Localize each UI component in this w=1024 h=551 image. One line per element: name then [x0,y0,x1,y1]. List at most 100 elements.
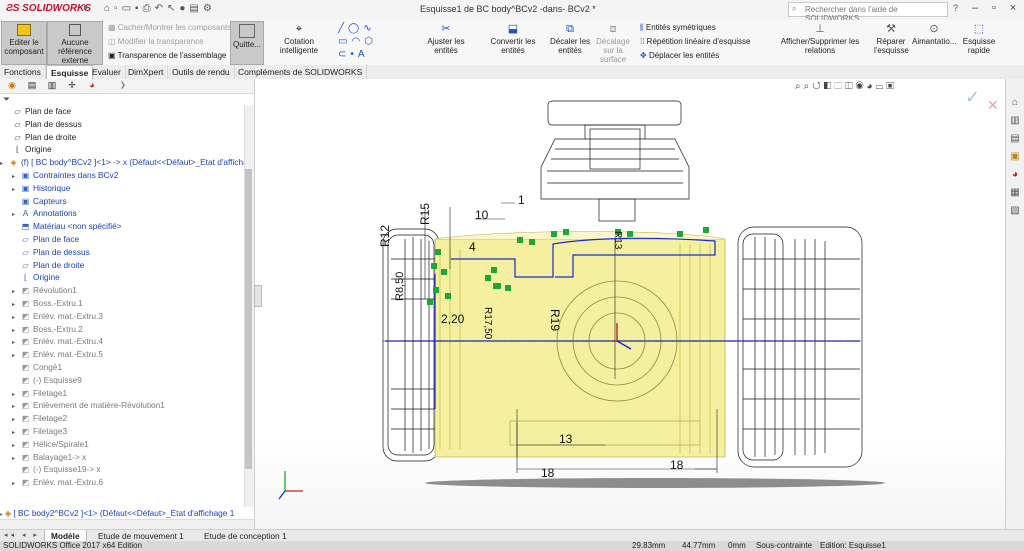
tree-item-feature-8[interactable]: ▸ ◩ Filetage1 [12,387,67,400]
trim-entities-button[interactable]: ✂ Ajuster les entités [416,21,476,63]
file-explorer-icon[interactable]: ▤ [1008,133,1022,147]
dim-r12[interactable]: R12 [378,225,392,247]
tree-item-feature-13[interactable]: ▸ ◩ Balayage1-> x [12,451,86,464]
tree-item-child-0[interactable]: ▸ ▣ Contraintes dans BCv2 [12,169,118,182]
panel-splitter-handle[interactable] [254,285,262,307]
panel-expand-icon[interactable]: ❯ [120,81,126,89]
tree-item-feature-5[interactable]: ▸ ◩ Enlév. mat.-Extru.5 [12,348,103,361]
filter-icon[interactable]: ⏷ [3,94,10,105]
custom-properties-icon[interactable]: ▦ [1008,187,1022,201]
tab-dimxpert[interactable]: DimXpert [124,65,169,79]
tab-esquisse[interactable]: Esquisse [46,65,94,80]
display-manager-tab-icon[interactable]: ◕ [84,80,100,92]
feature-manager-tab-icon[interactable]: ◉ [4,80,20,92]
minimize-button[interactable]: – [966,2,984,18]
close-button[interactable]: × [1004,2,1022,18]
dim-4[interactable]: 4 [469,240,476,254]
expand-arrow-icon[interactable]: ▸ [12,478,20,491]
text-icon[interactable]: A [358,49,369,60]
tree-item-feature-7[interactable]: ◩ (-) Esquisse9 [12,374,82,387]
tree-item-child-4[interactable]: ⬒ Matériau <non spécifié> [12,220,122,233]
tree-item-child-8[interactable]: ⌊ Origine [12,271,60,284]
rapid-sketch-button[interactable]: ⬚ Esquisse rapide [958,21,1000,63]
dim-10[interactable]: 10 [475,208,489,222]
tree-item-top-1[interactable]: ▱ Plan de dessus [4,118,81,131]
tree-item-feature-15[interactable]: ▸ ◩ Enlév. mat.-Extru.6 [12,476,103,489]
quick-snaps-button[interactable]: ⊙ Aimantatio... [912,21,956,63]
dim-r8-50[interactable]: R8,50 [394,272,406,301]
slot-icon[interactable]: ⊂ [338,49,350,60]
tree-item-top-3[interactable]: ⌊ Origine [4,143,52,156]
tree-item-child-7[interactable]: ▱ Plan de droite [12,259,84,272]
maximize-button[interactable]: ▫ [985,2,1003,18]
help-icon[interactable]: ? [953,3,958,13]
design-library-icon[interactable]: ▥ [1008,115,1022,129]
tree-item-feature-12[interactable]: ▸ ◩ Hélice/Spirale1 [12,438,89,451]
rectangle-icon[interactable]: ▭ [338,36,351,47]
hide-show-components-button[interactable]: ▦ Cacher/Montrer les composants [108,23,231,32]
tree-item-feature-2[interactable]: ▸ ◩ Enlév. mat.-Extru.3 [12,310,103,323]
repair-sketch-button[interactable]: ⚒ Réparer l'esquisse [874,21,909,63]
tab-evaluer[interactable]: Evaluer [88,65,126,79]
display-delete-relations-button[interactable]: ⊥ Afficher/Supprimer les relations [768,21,872,63]
property-manager-tab-icon[interactable]: ▤ [24,80,40,92]
dim-13[interactable]: 13 [559,432,573,446]
tree-item-top-2[interactable]: ▱ Plan de droite [4,131,76,144]
dimxpert-manager-tab-icon[interactable]: ✛ [64,80,80,92]
point-icon[interactable]: • [350,49,358,60]
dim-2-20[interactable]: 2,20 [441,312,465,326]
dim-18-left[interactable]: 18 [541,466,555,480]
tab-fonctions[interactable]: Fonctions [0,65,46,79]
configuration-manager-tab-icon[interactable]: ▥ [44,80,60,92]
tree-item-top-0[interactable]: ▱ Plan de face [4,105,71,118]
tree-item-feature-1[interactable]: ▸ ◩ Boss.-Extru.1 [12,297,83,310]
dim-r19[interactable]: R19 [548,309,562,331]
tree-item-feature-10[interactable]: ▸ ◩ Filetage2 [12,412,67,425]
tree-item-child-2[interactable]: ▣ Capteurs [12,195,67,208]
smart-dimension-button[interactable]: ⌖ Cotation intelligente [264,21,334,63]
tree-scrollbar-thumb[interactable] [245,169,252,469]
tree-item-feature-3[interactable]: ▸ ◩ Boss.-Extru.2 [12,323,83,336]
offset-on-surface-button[interactable]: ⧈ Décalage sur la surface [590,21,636,64]
print-icon[interactable]: ⎙ [143,3,155,14]
tree-item-feature-9[interactable]: ▸ ◩ Enlèvement de matière-Révolution1 [12,399,165,412]
no-external-reference-button[interactable]: Aucune référence externe [47,21,103,65]
tree-item-child-5[interactable]: ▱ Plan de face [12,233,79,246]
tree-item-bc-body2[interactable]: ▸ ◈ [ BC body2^BCv2 ]<1> (Défaut<<Défaut… [0,507,254,519]
tab-complements[interactable]: Compléments de SOLIDWORKS [234,65,368,79]
arc-icon[interactable]: ◠ [351,36,364,47]
assembly-transparency-dropdown[interactable]: ▣ Transparence de l'assemblage [108,51,227,60]
tree-item-component[interactable]: ▸ ◈ (f) [ BC body^BCv2 ]<1> -> x (Défaut<<… [0,156,244,169]
forum-icon[interactable]: ▧ [1008,205,1022,219]
dim-r15[interactable]: R15 [418,203,432,225]
save-icon[interactable]: ▪ [135,3,143,14]
dim-1[interactable]: 1 [518,193,525,207]
change-transparency-button[interactable]: ◫ Modifier la transparence [108,37,204,46]
expand-arrow-icon[interactable]: ▸ [0,158,8,171]
help-search-input[interactable]: Rechercher dans l'aide de SOLIDWORKS [788,2,948,23]
tree-item-child-3[interactable]: ▸ A Annotations [12,207,77,220]
home-icon[interactable]: ⌂ [104,3,114,14]
tree-item-child-1[interactable]: ▸ ▣ Historique [12,182,70,195]
options-icon[interactable]: ⚙ [203,3,216,14]
tree-item-child-6[interactable]: ▱ Plan de dessus [12,246,89,259]
undo-icon[interactable]: ↶ [155,3,167,14]
solidworks-logo[interactable]: ƧS SOLIDWORKS [6,3,91,14]
polygon-icon[interactable]: ⬡ [364,36,377,47]
dim-r17-50[interactable]: R17,50 [482,307,493,340]
appearances-icon[interactable]: ◕ [1008,169,1022,183]
circle-icon[interactable]: ◯ [348,23,363,34]
offset-entities-button[interactable]: ⧉ Décaler les entités [550,21,590,63]
rebuild-icon[interactable]: ● [179,3,189,14]
tree-item-feature-14[interactable]: ◩ (-) Esquisse19-> x [12,463,101,476]
file-properties-icon[interactable]: ▤ [189,3,202,14]
open-icon[interactable]: ▭ [122,3,135,14]
select-icon[interactable]: ↖ [167,3,179,14]
move-entities-button[interactable]: ✥ Déplacer les entités [640,51,719,60]
view-palette-icon[interactable]: ▣ [1008,151,1022,165]
dim-18-right[interactable]: 18 [670,458,684,472]
tree-item-feature-4[interactable]: ▸ ◩ Enlév. mat.-Extru.4 [12,335,103,348]
convert-entities-button[interactable]: ⬓ Convertir les entités [478,21,548,63]
tree-item-feature-0[interactable]: ▸ ◩ Révolution1 [12,284,77,297]
dim-r13[interactable]: R13 [612,231,623,250]
